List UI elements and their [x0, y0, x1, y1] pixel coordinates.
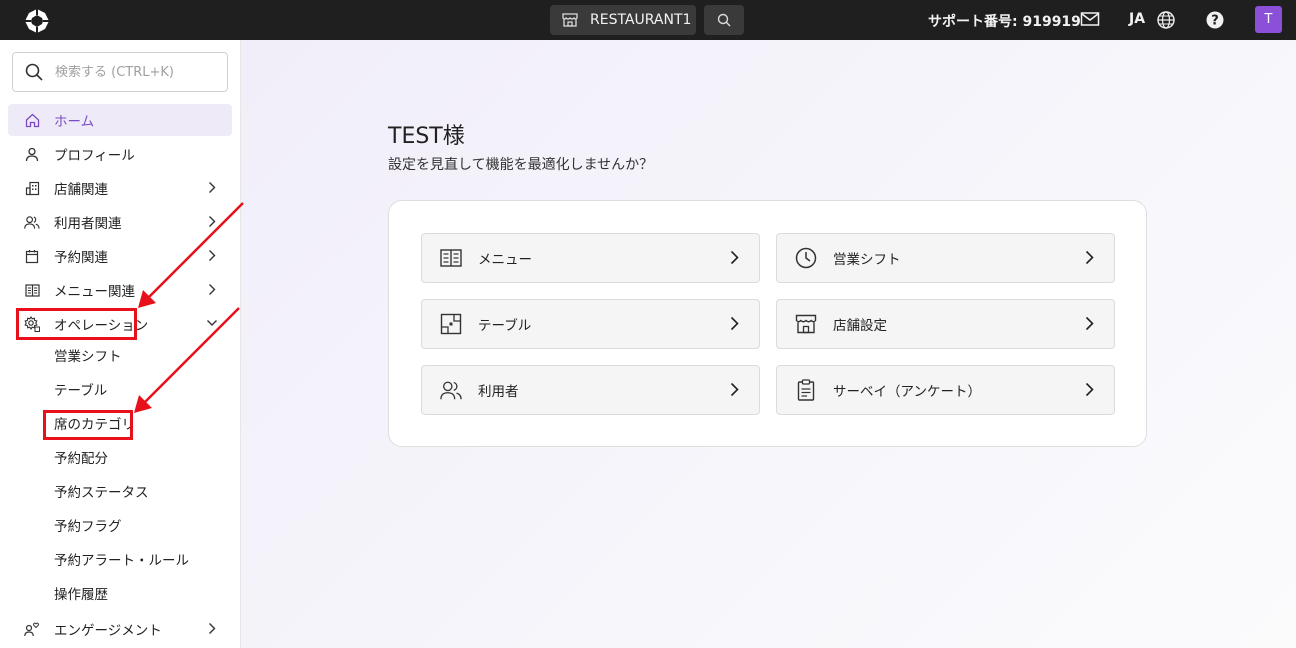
quick-settings-card: メニュー 営業シフト テーブル 店舗設定 利用者 サーベイ（アンケート） [388, 200, 1147, 447]
restaurant-name: RESTAURANT1 [590, 12, 692, 28]
tile-label: メニュー [478, 252, 532, 268]
global-search-button[interactable] [704, 5, 744, 35]
sidebar-subitem-reservation-allocation[interactable]: 予約配分 [54, 447, 108, 471]
sidebar-item-home[interactable]: ホーム [8, 104, 232, 136]
sidebar-subitem-reservation-alert-rules[interactable]: 予約アラート・ルール [54, 549, 189, 573]
tile-label: テーブル [478, 318, 532, 334]
sidebar-item-label: ホーム [54, 114, 95, 130]
sidebar-search[interactable] [12, 52, 228, 92]
chevron-down-icon [207, 320, 217, 326]
calendar-icon [24, 248, 40, 264]
page-title: TEST様 [388, 124, 465, 149]
sidebar-item-label: 店舗関連 [54, 182, 108, 198]
mail-icon[interactable] [1080, 11, 1100, 27]
help-icon[interactable]: ? [1205, 10, 1225, 30]
menu-book-icon [440, 247, 462, 269]
search-icon [717, 13, 731, 27]
tile-label: 営業シフト [833, 252, 901, 268]
sidebar-search-input[interactable] [55, 64, 205, 80]
menu-book-icon [24, 282, 40, 298]
chevron-right-icon [1085, 250, 1094, 265]
engagement-icon [24, 621, 40, 637]
globe-icon[interactable] [1156, 10, 1176, 30]
chevron-right-icon [209, 182, 216, 193]
tile-label: 店舗設定 [833, 318, 887, 334]
tile-table[interactable]: テーブル [421, 299, 760, 349]
sidebar-item-users[interactable]: 利用者関連 [8, 206, 232, 238]
sidebar-item-label: 予約関連 [54, 250, 108, 266]
chevron-right-icon [1085, 316, 1094, 331]
sidebar-item-engagement[interactable]: エンゲージメント [8, 613, 232, 645]
sidebar: ホーム プロフィール 店舗関連 利用者関連 予約関連 メニュー関連 [0, 40, 241, 648]
chevron-right-icon [730, 316, 739, 331]
users-icon [24, 214, 40, 230]
tile-survey[interactable]: サーベイ（アンケート） [776, 365, 1115, 415]
page-subtitle: 設定を見直して機能を最適化しませんか？ [388, 157, 654, 173]
sidebar-item-store[interactable]: 店舗関連 [8, 172, 232, 204]
sidebar-subitem-operation-history[interactable]: 操作履歴 [54, 583, 108, 607]
sidebar-subitem-business-shift[interactable]: 営業シフト [54, 345, 122, 369]
highlight-box-seat-category [43, 410, 133, 440]
tile-users[interactable]: 利用者 [421, 365, 760, 415]
sidebar-item-label: 利用者関連 [54, 216, 122, 232]
chevron-right-icon [730, 250, 739, 265]
sidebar-item-label: メニュー関連 [54, 284, 135, 300]
store-icon [795, 313, 817, 335]
store-icon [562, 13, 578, 27]
table-icon [440, 313, 462, 335]
sidebar-subitem-table[interactable]: テーブル [54, 379, 107, 403]
chevron-right-icon [1085, 382, 1094, 397]
support-number: サポート番号: 919919 [928, 14, 1081, 30]
highlight-box-operations [16, 308, 137, 340]
language-label[interactable]: JA [1129, 11, 1145, 27]
person-icon [24, 146, 40, 162]
sidebar-subitem-reservation-status[interactable]: 予約ステータス [54, 481, 149, 505]
tile-store-settings[interactable]: 店舗設定 [776, 299, 1115, 349]
chevron-right-icon [209, 623, 216, 634]
sidebar-item-reservations[interactable]: 予約関連 [8, 240, 232, 272]
tile-label: サーベイ（アンケート） [833, 384, 981, 400]
tile-business-shift[interactable]: 営業シフト [776, 233, 1115, 283]
tile-label: 利用者 [478, 384, 519, 400]
clock-icon [795, 247, 817, 269]
user-avatar[interactable]: T [1255, 6, 1282, 33]
search-icon [25, 63, 43, 81]
chevron-right-icon [209, 284, 216, 295]
users-icon [440, 379, 462, 401]
restaurant-selector-button[interactable]: RESTAURANT1 [550, 5, 696, 35]
chevron-right-icon [209, 216, 216, 227]
sidebar-item-label: エンゲージメント [54, 623, 162, 639]
svg-text:?: ? [1211, 14, 1219, 29]
sidebar-item-profile[interactable]: プロフィール [8, 138, 232, 170]
app-logo-icon[interactable] [24, 8, 50, 34]
sidebar-item-menu[interactable]: メニュー関連 [8, 274, 232, 306]
chevron-right-icon [730, 382, 739, 397]
sidebar-item-label: プロフィール [54, 148, 135, 164]
building-icon [24, 180, 40, 196]
sidebar-subitem-reservation-flag[interactable]: 予約フラグ [54, 515, 122, 539]
top-bar: RESTAURANT1 サポート番号: 919919 JA ? T [0, 0, 1296, 40]
chevron-right-icon [209, 250, 216, 261]
tile-menu[interactable]: メニュー [421, 233, 760, 283]
clipboard-icon [795, 379, 817, 401]
home-icon [24, 112, 40, 128]
